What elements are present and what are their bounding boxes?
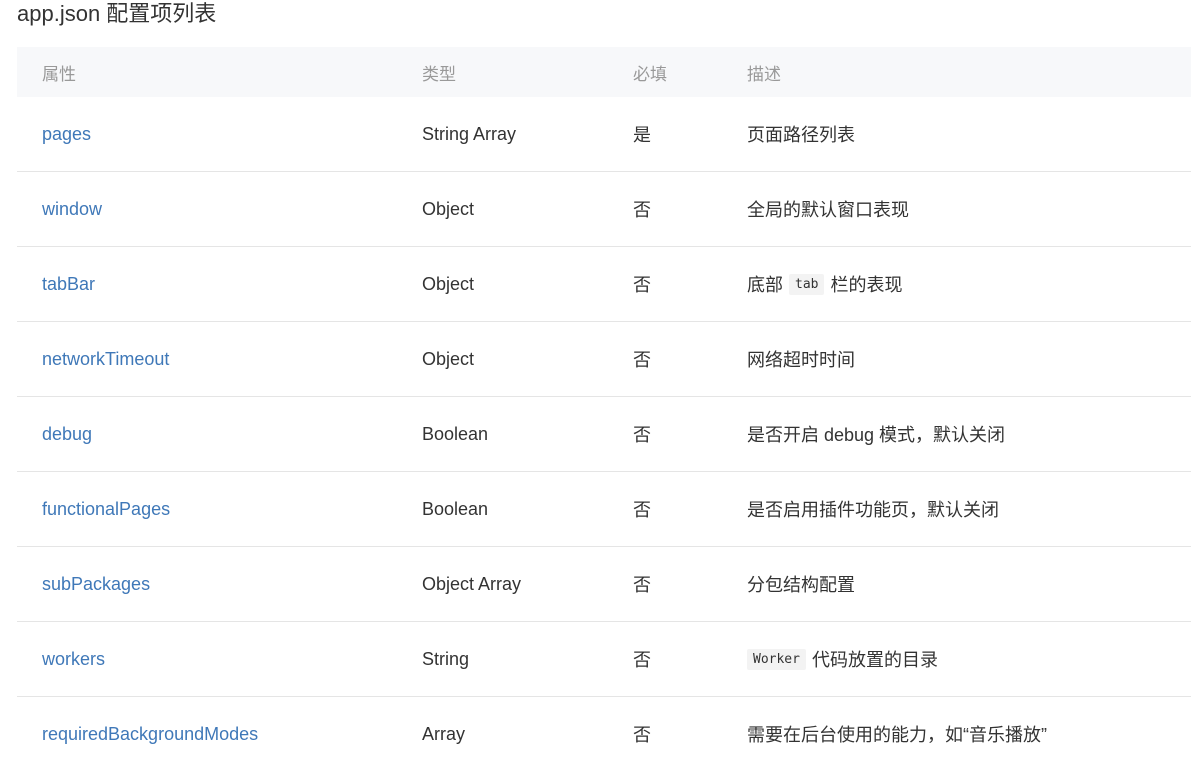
type-cell: Array	[422, 723, 466, 744]
description-cell: 是否开启 debug 模式，默认关闭	[747, 425, 1006, 445]
required-cell: 否	[633, 575, 651, 595]
property-link-functionalpages[interactable]: functionalPages	[42, 499, 170, 520]
description-cell: 全局的默认窗口表现	[747, 200, 909, 220]
config-table: 属性 类型 必填 描述 pages String Array 是 页面路径列表 …	[17, 47, 1191, 763]
required-cell: 否	[633, 650, 651, 670]
table-header-row: 属性 类型 必填 描述	[17, 47, 1191, 97]
required-cell: 否	[633, 275, 651, 295]
required-cell: 否	[633, 500, 651, 520]
description-cell: 需要在后台使用的能力，如“音乐播放”	[747, 725, 1047, 745]
property-link-tabbar[interactable]: tabBar	[42, 274, 95, 295]
description-cell: 分包结构配置	[747, 575, 855, 595]
page-title: app.json 配置项列表	[17, 1, 217, 26]
property-link-subpackages[interactable]: subPackages	[42, 574, 150, 595]
property-link-window[interactable]: window	[42, 199, 102, 220]
type-cell: Object	[422, 348, 475, 369]
type-cell: Object	[422, 273, 475, 294]
required-cell: 是	[633, 125, 651, 145]
header-property: 属性	[42, 64, 76, 84]
description-cell: 页面路径列表	[747, 125, 855, 145]
property-link-networktimeout[interactable]: networkTimeout	[42, 349, 169, 370]
property-link-requiredbackgroundmodes[interactable]: requiredBackgroundModes	[42, 724, 258, 745]
type-cell: Boolean	[422, 498, 489, 519]
inline-code: tab	[789, 273, 825, 295]
required-cell: 否	[633, 425, 651, 445]
table-row: requiredBackgroundModes Array 否 需要在后台使用的…	[17, 697, 1191, 763]
inline-code: Worker	[747, 648, 806, 670]
table-row: window Object 否 全局的默认窗口表现	[17, 172, 1191, 247]
table-row: workers String 否 Worker 代码放置的目录	[17, 622, 1191, 697]
description-cell: 是否启用插件功能页，默认关闭	[747, 500, 999, 520]
required-cell: 否	[633, 200, 651, 220]
property-link-pages[interactable]: pages	[42, 124, 91, 145]
description-cell: 底部 tab 栏的表现	[747, 247, 902, 321]
header-type: 类型	[422, 64, 456, 84]
property-link-debug[interactable]: debug	[42, 424, 92, 445]
description-text-after: 栏的表现	[830, 275, 903, 295]
table-row: debug Boolean 否 是否开启 debug 模式，默认关闭	[17, 397, 1191, 472]
type-cell: Boolean	[422, 423, 489, 444]
table-row: tabBar Object 否 底部 tab 栏的表现	[17, 247, 1191, 322]
required-cell: 否	[633, 725, 651, 745]
header-description: 描述	[747, 64, 781, 84]
type-cell: String	[422, 648, 470, 669]
type-cell: Object	[422, 198, 475, 219]
description-text-before: 底部	[747, 275, 783, 295]
description-text-after: 代码放置的目录	[811, 650, 938, 670]
table-row: functionalPages Boolean 否 是否启用插件功能页，默认关闭	[17, 472, 1191, 547]
type-cell: String Array	[422, 123, 517, 144]
table-row: subPackages Object Array 否 分包结构配置	[17, 547, 1191, 622]
table-row: networkTimeout Object 否 网络超时时间	[17, 322, 1191, 397]
description-cell: 网络超时时间	[747, 350, 855, 370]
description-cell: Worker 代码放置的目录	[747, 622, 938, 696]
header-required: 必填	[633, 64, 667, 84]
property-link-workers[interactable]: workers	[42, 649, 105, 670]
required-cell: 否	[633, 350, 651, 370]
type-cell: Object Array	[422, 573, 522, 594]
table-row: pages String Array 是 页面路径列表	[17, 97, 1191, 172]
